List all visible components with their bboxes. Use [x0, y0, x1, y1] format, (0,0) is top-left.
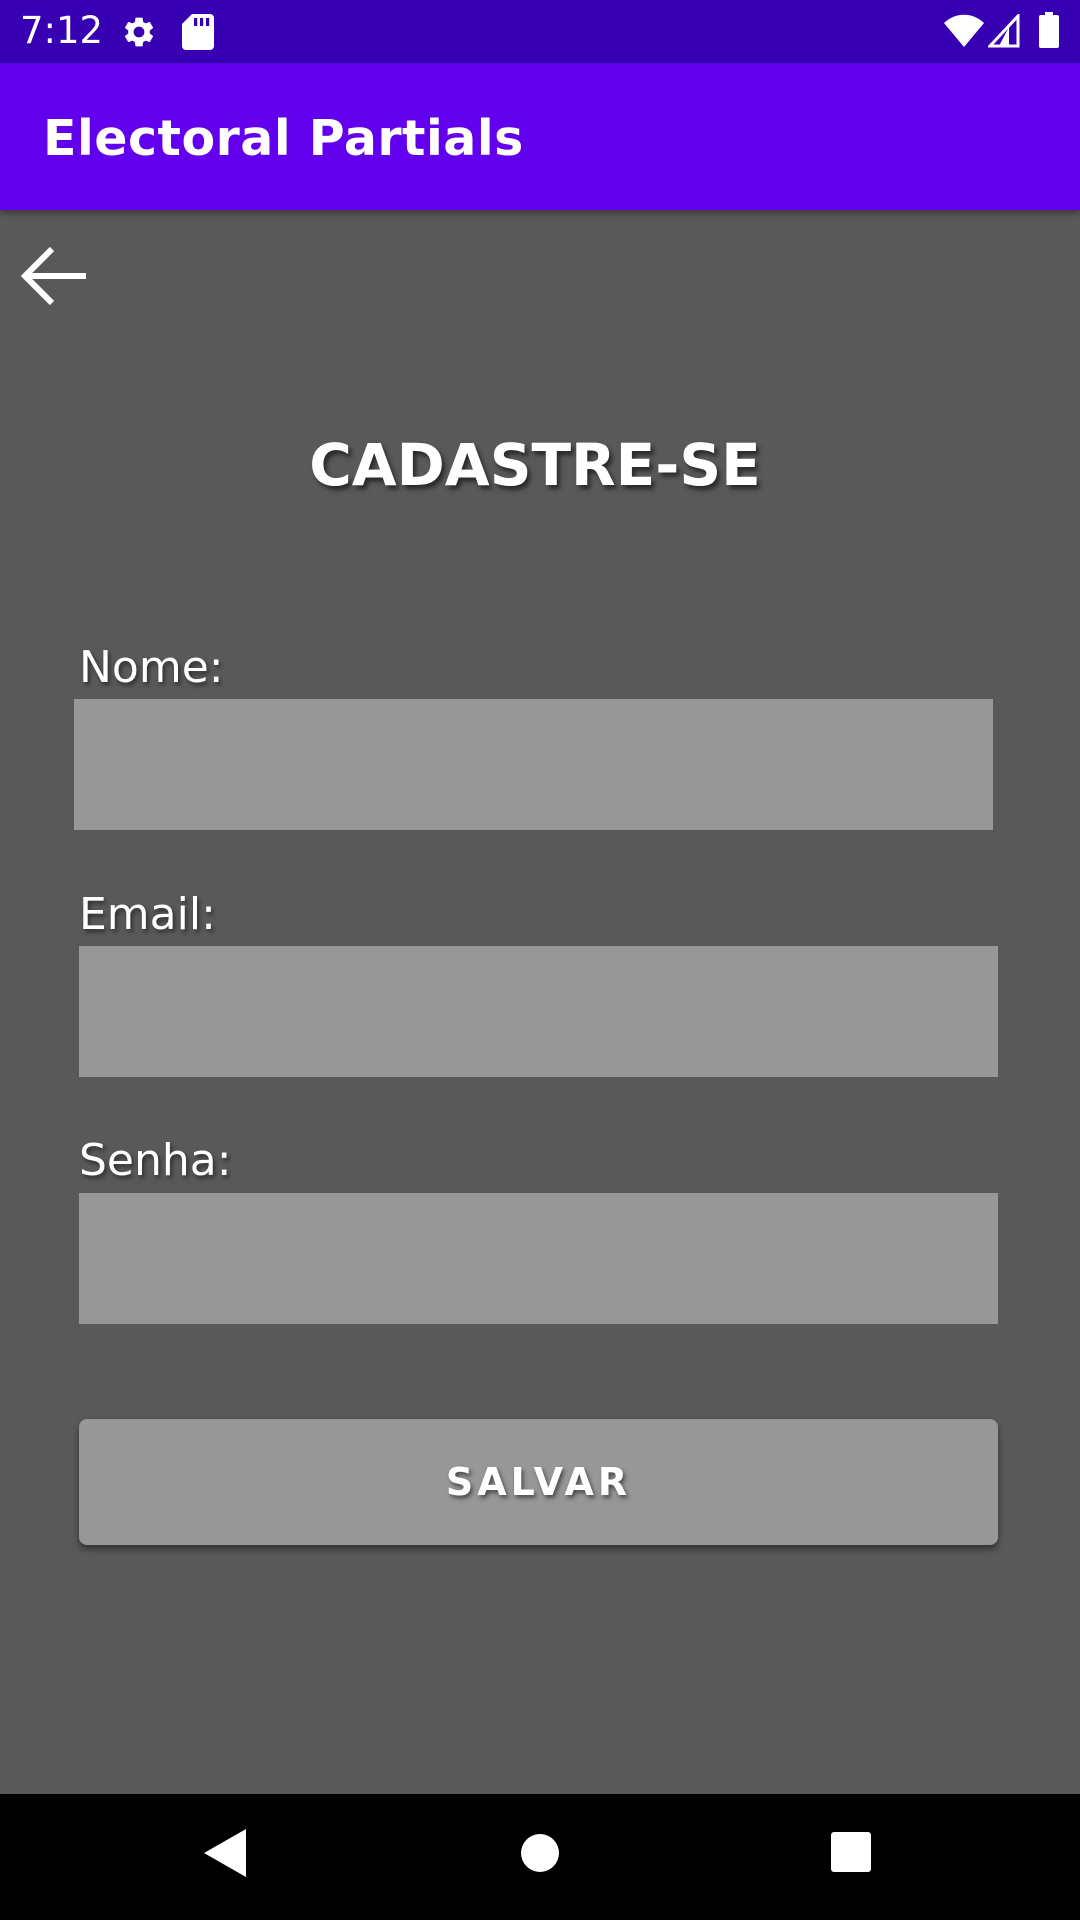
status-time: 7:12 — [20, 9, 104, 52]
app-title: Electoral Partials — [43, 110, 524, 167]
password-label: Senha: — [79, 1135, 232, 1186]
sd-card-icon — [182, 14, 214, 50]
battery-icon — [1039, 12, 1059, 48]
name-label: Nome: — [79, 642, 224, 693]
recents-square-icon[interactable] — [830, 1831, 872, 1873]
system-nav-bar — [0, 1794, 1080, 1920]
back-triangle-icon[interactable] — [200, 1827, 248, 1879]
password-input[interactable] — [79, 1193, 998, 1324]
save-button[interactable]: SALVAR — [79, 1419, 998, 1545]
settings-icon — [124, 17, 154, 47]
app-bar: Electoral Partials — [0, 63, 1080, 210]
email-label: Email: — [79, 889, 216, 940]
email-input[interactable] — [79, 946, 998, 1077]
back-button[interactable] — [14, 234, 94, 314]
signal-icon — [988, 14, 1020, 48]
name-input[interactable] — [74, 699, 993, 830]
status-bar: 7:12 — [0, 0, 1080, 63]
arrow-back-icon — [20, 246, 86, 306]
wifi-icon — [944, 14, 984, 47]
home-circle-icon[interactable] — [518, 1831, 562, 1875]
page-title: CADASTRE-SE — [309, 431, 761, 499]
